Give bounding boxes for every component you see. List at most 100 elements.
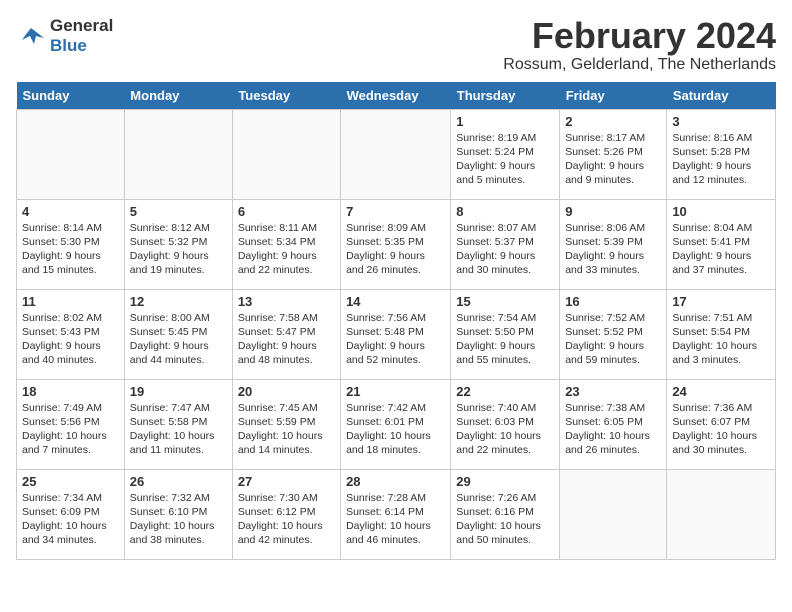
day-number: 13 xyxy=(238,294,335,309)
day-info: Sunrise: 8:12 AM Sunset: 5:32 PM Dayligh… xyxy=(130,221,227,278)
day-info: Sunrise: 7:34 AM Sunset: 6:09 PM Dayligh… xyxy=(22,491,119,548)
day-number: 24 xyxy=(672,384,770,399)
logo-text: General Blue xyxy=(50,16,113,55)
day-number: 29 xyxy=(456,474,554,489)
calendar-cell xyxy=(124,109,232,199)
calendar-cell: 2 Sunrise: 8:17 AM Sunset: 5:26 PM Daylig… xyxy=(560,109,667,199)
day-number: 7 xyxy=(346,204,445,219)
day-number: 23 xyxy=(565,384,661,399)
day-info: Sunrise: 8:11 AM Sunset: 5:34 PM Dayligh… xyxy=(238,221,335,278)
calendar-cell: 21Sunrise: 7:42 AM Sunset: 6:01 PM Dayli… xyxy=(341,379,451,469)
calendar-cell: 1 Sunrise: 8:19 AM Sunset: 5:24 PM Daylig… xyxy=(451,109,560,199)
day-info: Sunrise: 8:07 AM Sunset: 5:37 PM Dayligh… xyxy=(456,221,554,278)
day-info: Sunrise: 7:52 AM Sunset: 5:52 PM Dayligh… xyxy=(565,311,661,368)
location: Rossum, Gelderland, The Netherlands xyxy=(503,56,776,74)
calendar-cell: 3 Sunrise: 8:16 AM Sunset: 5:28 PM Daylig… xyxy=(667,109,776,199)
calendar-cell: 11 Sunrise: 8:02 AM Sunset: 5:43 PM Dayli… xyxy=(17,289,125,379)
day-info: Sunrise: 7:32 AM Sunset: 6:10 PM Dayligh… xyxy=(130,491,227,548)
day-number: 11 xyxy=(22,294,119,309)
day-number: 20 xyxy=(238,384,335,399)
calendar-cell xyxy=(667,469,776,559)
weekday-header-saturday: Saturday xyxy=(667,82,776,110)
day-number: 16 xyxy=(565,294,661,309)
page-header: General Blue February 2024 Rossum, Gelde… xyxy=(16,16,776,74)
day-number: 6 xyxy=(238,204,335,219)
week-row-2: 4Sunrise: 8:14 AM Sunset: 5:30 PM Daylig… xyxy=(17,199,776,289)
month-year: February 2024 xyxy=(503,16,776,56)
day-number: 3 xyxy=(672,114,770,129)
calendar-cell: 17 Sunrise: 7:51 AM Sunset: 5:54 PM Dayli… xyxy=(667,289,776,379)
title-block: February 2024 Rossum, Gelderland, The Ne… xyxy=(503,16,776,74)
day-number: 9 xyxy=(565,204,661,219)
logo: General Blue xyxy=(16,16,113,55)
day-info: Sunrise: 7:40 AM Sunset: 6:03 PM Dayligh… xyxy=(456,401,554,458)
calendar-cell xyxy=(341,109,451,199)
day-info: Sunrise: 7:56 AM Sunset: 5:48 PM Dayligh… xyxy=(346,311,445,368)
day-info: Sunrise: 8:00 AM Sunset: 5:45 PM Dayligh… xyxy=(130,311,227,368)
day-info: Sunrise: 7:51 AM Sunset: 5:54 PM Dayligh… xyxy=(672,311,770,368)
logo-icon xyxy=(16,24,46,48)
week-row-3: 11 Sunrise: 8:02 AM Sunset: 5:43 PM Dayli… xyxy=(17,289,776,379)
day-info: Sunrise: 8:17 AM Sunset: 5:26 PM Dayligh… xyxy=(565,131,661,188)
calendar-cell: 12 Sunrise: 8:00 AM Sunset: 5:45 PM Dayli… xyxy=(124,289,232,379)
calendar-table: SundayMondayTuesdayWednesdayThursdayFrid… xyxy=(16,82,776,560)
calendar-cell: 14Sunrise: 7:56 AM Sunset: 5:48 PM Dayli… xyxy=(341,289,451,379)
week-row-1: 1 Sunrise: 8:19 AM Sunset: 5:24 PM Daylig… xyxy=(17,109,776,199)
day-info: Sunrise: 7:30 AM Sunset: 6:12 PM Dayligh… xyxy=(238,491,335,548)
day-number: 8 xyxy=(456,204,554,219)
day-number: 1 xyxy=(456,114,554,129)
calendar-cell xyxy=(232,109,340,199)
day-info: Sunrise: 7:47 AM Sunset: 5:58 PM Dayligh… xyxy=(130,401,227,458)
weekday-header-row: SundayMondayTuesdayWednesdayThursdayFrid… xyxy=(17,82,776,110)
day-number: 2 xyxy=(565,114,661,129)
day-info: Sunrise: 8:04 AM Sunset: 5:41 PM Dayligh… xyxy=(672,221,770,278)
week-row-5: 25 Sunrise: 7:34 AM Sunset: 6:09 PM Dayli… xyxy=(17,469,776,559)
calendar-cell: 19Sunrise: 7:47 AM Sunset: 5:58 PM Dayli… xyxy=(124,379,232,469)
calendar-cell: 6 Sunrise: 8:11 AM Sunset: 5:34 PM Daylig… xyxy=(232,199,340,289)
day-info: Sunrise: 8:06 AM Sunset: 5:39 PM Dayligh… xyxy=(565,221,661,278)
calendar-cell xyxy=(17,109,125,199)
day-info: Sunrise: 8:16 AM Sunset: 5:28 PM Dayligh… xyxy=(672,131,770,188)
calendar-cell: 5 Sunrise: 8:12 AM Sunset: 5:32 PM Daylig… xyxy=(124,199,232,289)
day-number: 25 xyxy=(22,474,119,489)
calendar-cell: 9 Sunrise: 8:06 AM Sunset: 5:39 PM Daylig… xyxy=(560,199,667,289)
day-info: Sunrise: 8:19 AM Sunset: 5:24 PM Dayligh… xyxy=(456,131,554,188)
day-number: 18 xyxy=(22,384,119,399)
day-number: 12 xyxy=(130,294,227,309)
calendar-cell xyxy=(560,469,667,559)
day-number: 28 xyxy=(346,474,445,489)
day-number: 22 xyxy=(456,384,554,399)
calendar-cell: 28 Sunrise: 7:28 AM Sunset: 6:14 PM Dayli… xyxy=(341,469,451,559)
calendar-cell: 26 Sunrise: 7:32 AM Sunset: 6:10 PM Dayli… xyxy=(124,469,232,559)
day-number: 21 xyxy=(346,384,445,399)
calendar-cell: 23 Sunrise: 7:38 AM Sunset: 6:05 PM Dayli… xyxy=(560,379,667,469)
day-info: Sunrise: 7:38 AM Sunset: 6:05 PM Dayligh… xyxy=(565,401,661,458)
calendar-cell: 7Sunrise: 8:09 AM Sunset: 5:35 PM Daylig… xyxy=(341,199,451,289)
day-info: Sunrise: 7:49 AM Sunset: 5:56 PM Dayligh… xyxy=(22,401,119,458)
day-info: Sunrise: 7:36 AM Sunset: 6:07 PM Dayligh… xyxy=(672,401,770,458)
day-info: Sunrise: 7:28 AM Sunset: 6:14 PM Dayligh… xyxy=(346,491,445,548)
calendar-cell: 13 Sunrise: 7:58 AM Sunset: 5:47 PM Dayli… xyxy=(232,289,340,379)
day-info: Sunrise: 8:02 AM Sunset: 5:43 PM Dayligh… xyxy=(22,311,119,368)
day-info: Sunrise: 7:54 AM Sunset: 5:50 PM Dayligh… xyxy=(456,311,554,368)
weekday-header-thursday: Thursday xyxy=(451,82,560,110)
calendar-cell: 20 Sunrise: 7:45 AM Sunset: 5:59 PM Dayli… xyxy=(232,379,340,469)
calendar-cell: 18 Sunrise: 7:49 AM Sunset: 5:56 PM Dayli… xyxy=(17,379,125,469)
calendar-cell: 22 Sunrise: 7:40 AM Sunset: 6:03 PM Dayli… xyxy=(451,379,560,469)
day-number: 26 xyxy=(130,474,227,489)
day-number: 17 xyxy=(672,294,770,309)
day-info: Sunrise: 7:58 AM Sunset: 5:47 PM Dayligh… xyxy=(238,311,335,368)
calendar-cell: 27 Sunrise: 7:30 AM Sunset: 6:12 PM Dayli… xyxy=(232,469,340,559)
day-number: 15 xyxy=(456,294,554,309)
weekday-header-tuesday: Tuesday xyxy=(232,82,340,110)
day-number: 27 xyxy=(238,474,335,489)
day-number: 10 xyxy=(672,204,770,219)
day-info: Sunrise: 7:45 AM Sunset: 5:59 PM Dayligh… xyxy=(238,401,335,458)
calendar-cell: 15 Sunrise: 7:54 AM Sunset: 5:50 PM Dayli… xyxy=(451,289,560,379)
weekday-header-monday: Monday xyxy=(124,82,232,110)
weekday-header-sunday: Sunday xyxy=(17,82,125,110)
day-number: 5 xyxy=(130,204,227,219)
day-number: 4 xyxy=(22,204,119,219)
calendar-cell: 29Sunrise: 7:26 AM Sunset: 6:16 PM Dayli… xyxy=(451,469,560,559)
calendar-cell: 16 Sunrise: 7:52 AM Sunset: 5:52 PM Dayli… xyxy=(560,289,667,379)
